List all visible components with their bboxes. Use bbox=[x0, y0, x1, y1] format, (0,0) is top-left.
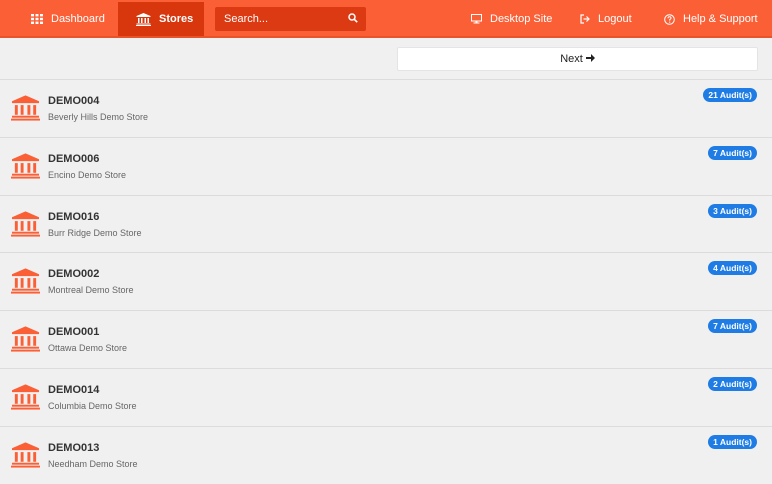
store-name: Burr Ridge Demo Store bbox=[48, 227, 142, 238]
store-row[interactable]: DEMO001 Ottawa Demo Store 7 Audit(s) bbox=[0, 311, 772, 369]
audit-count-badge: 1 Audit(s) bbox=[708, 434, 757, 449]
bank-building-icon bbox=[11, 268, 40, 294]
nav-stores[interactable]: Stores bbox=[118, 2, 204, 36]
store-name: Encino Demo Store bbox=[48, 169, 127, 180]
search-icon[interactable] bbox=[348, 12, 358, 26]
bank-building-icon bbox=[11, 442, 40, 468]
next-button[interactable]: Next bbox=[397, 47, 758, 71]
nav-stores-label: Stores bbox=[159, 13, 194, 25]
store-row[interactable]: DEMO016 Burr Ridge Demo Store 3 Audit(s) bbox=[0, 196, 772, 254]
nav-logout-label: Logout bbox=[598, 13, 632, 25]
store-code: DEMO006 bbox=[48, 152, 100, 165]
monitor-icon bbox=[471, 14, 482, 24]
store-code: DEMO004 bbox=[48, 95, 100, 107]
store-code: DEMO013 bbox=[48, 441, 100, 454]
audit-count-badge: 7 Audit(s) bbox=[708, 319, 757, 334]
question-circle-icon bbox=[664, 13, 675, 25]
audit-count-badge: 4 Audit(s) bbox=[708, 261, 757, 276]
store-name: Montreal Demo Store bbox=[48, 285, 134, 296]
store-name: Ottawa Demo Store bbox=[48, 343, 128, 354]
logout-icon bbox=[580, 14, 590, 24]
store-row[interactable]: DEMO006 Encino Demo Store 7 Audit(s) bbox=[0, 138, 772, 196]
search-box[interactable] bbox=[215, 7, 366, 31]
store-row[interactable]: DEMO002 Montreal Demo Store 4 Audit(s) bbox=[0, 253, 772, 312]
store-list: DEMO004 Beverly Hills Demo Store 21 Audit(… bbox=[0, 80, 772, 484]
store-row[interactable]: DEMO004 Beverly Hills Demo Store 21 Audit(… bbox=[0, 80, 772, 138]
search-input[interactable] bbox=[224, 13, 342, 25]
pager-row: Next bbox=[0, 40, 772, 80]
nav-dashboard-label: Dashboard bbox=[51, 13, 105, 25]
store-name: Columbia Demo Store bbox=[48, 400, 137, 411]
arrow-right-icon bbox=[585, 53, 595, 65]
bank-building-icon bbox=[11, 384, 40, 410]
store-name: Needham Demo Store bbox=[48, 458, 138, 469]
bank-building-icon bbox=[11, 95, 40, 121]
store-code: DEMO014 bbox=[48, 383, 100, 396]
store-code: DEMO016 bbox=[48, 210, 100, 223]
bank-building-icon bbox=[11, 211, 40, 237]
store-row[interactable]: DEMO013 Needham Demo Store 1 Audit(s) bbox=[0, 427, 772, 484]
nav-dashboard[interactable]: Dashboard bbox=[19, 2, 117, 36]
audit-count-badge: 3 Audit(s) bbox=[708, 203, 757, 218]
store-row[interactable]: DEMO014 Columbia Demo Store 2 Audit(s) bbox=[0, 369, 772, 427]
store-code: DEMO002 bbox=[48, 268, 100, 281]
audit-count-badge: 21 Audit(s) bbox=[703, 88, 757, 102]
nav-desktop-label: Desktop Site bbox=[490, 13, 553, 25]
nav-help-label: Help & Support bbox=[683, 13, 758, 25]
audit-count-badge: 7 Audit(s) bbox=[708, 145, 757, 160]
next-label: Next bbox=[560, 53, 583, 65]
bank-building-icon bbox=[11, 326, 40, 352]
bank-building-icon bbox=[136, 12, 151, 26]
store-code: DEMO001 bbox=[48, 326, 100, 339]
nav-logout[interactable]: Logout bbox=[568, 2, 644, 36]
nav-help-support[interactable]: Help & Support bbox=[652, 2, 770, 36]
store-name: Beverly Hills Demo Store bbox=[48, 112, 149, 122]
bank-building-icon bbox=[11, 153, 40, 179]
audit-count-badge: 2 Audit(s) bbox=[708, 376, 757, 391]
grid-icon bbox=[31, 14, 43, 24]
nav-desktop-site[interactable]: Desktop Site bbox=[459, 2, 564, 36]
top-navbar: Dashboard Stores Search... Desktop Site … bbox=[0, 0, 772, 38]
